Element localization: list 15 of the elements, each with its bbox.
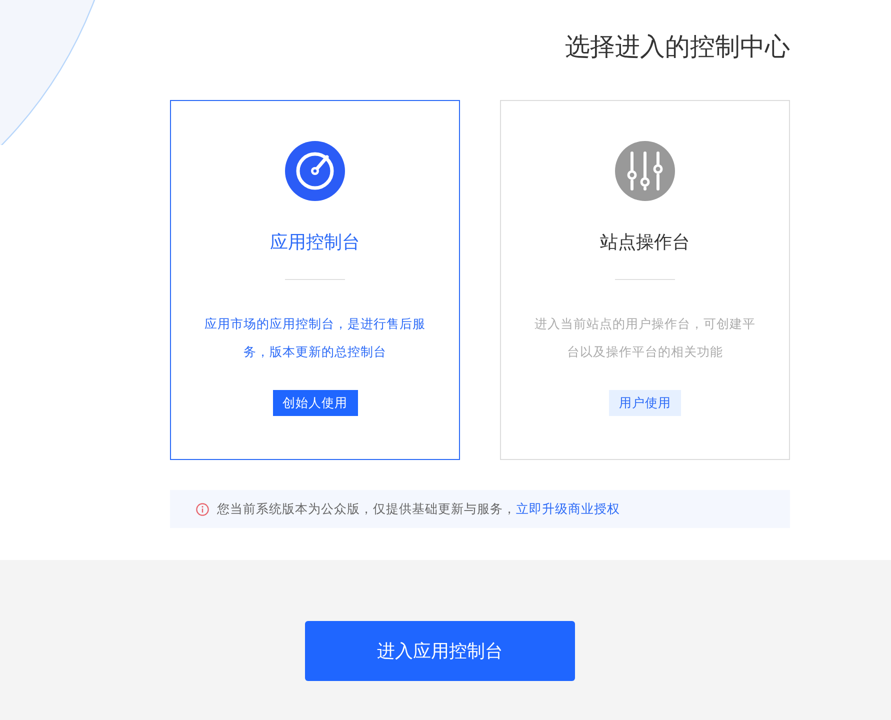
card-description: 应用市场的应用控制台，是进行售后服务，版本更新的总控制台 <box>204 315 426 361</box>
enter-button[interactable]: 进入应用控制台 <box>305 621 575 681</box>
upgrade-link[interactable]: 立即升级商业授权 <box>516 500 620 516</box>
card-title: 应用控制台 <box>270 231 360 255</box>
notice-text: 您当前系统版本为公众版，仅提供基础更新与服务，立即升级商业授权 <box>217 500 620 518</box>
gauge-icon <box>285 141 345 201</box>
role-tag: 用户使用 <box>609 390 681 416</box>
page-title: 选择进入的控制中心 <box>565 31 790 63</box>
card-title: 站点操作台 <box>600 231 690 255</box>
console-card[interactable]: 应用控制台 应用市场的应用控制台，是进行售后服务，版本更新的总控制台 创始人使用 <box>170 100 460 460</box>
role-tag: 创始人使用 <box>272 390 358 416</box>
sliders-icon <box>615 141 675 201</box>
info-icon <box>196 502 209 516</box>
console-card[interactable]: 站点操作台 进入当前站点的用户操作台，可创建平台以及操作平台的相关功能 用户使用 <box>500 100 790 460</box>
card-description: 进入当前站点的用户操作台，可创建平台以及操作平台的相关功能 <box>534 315 756 361</box>
